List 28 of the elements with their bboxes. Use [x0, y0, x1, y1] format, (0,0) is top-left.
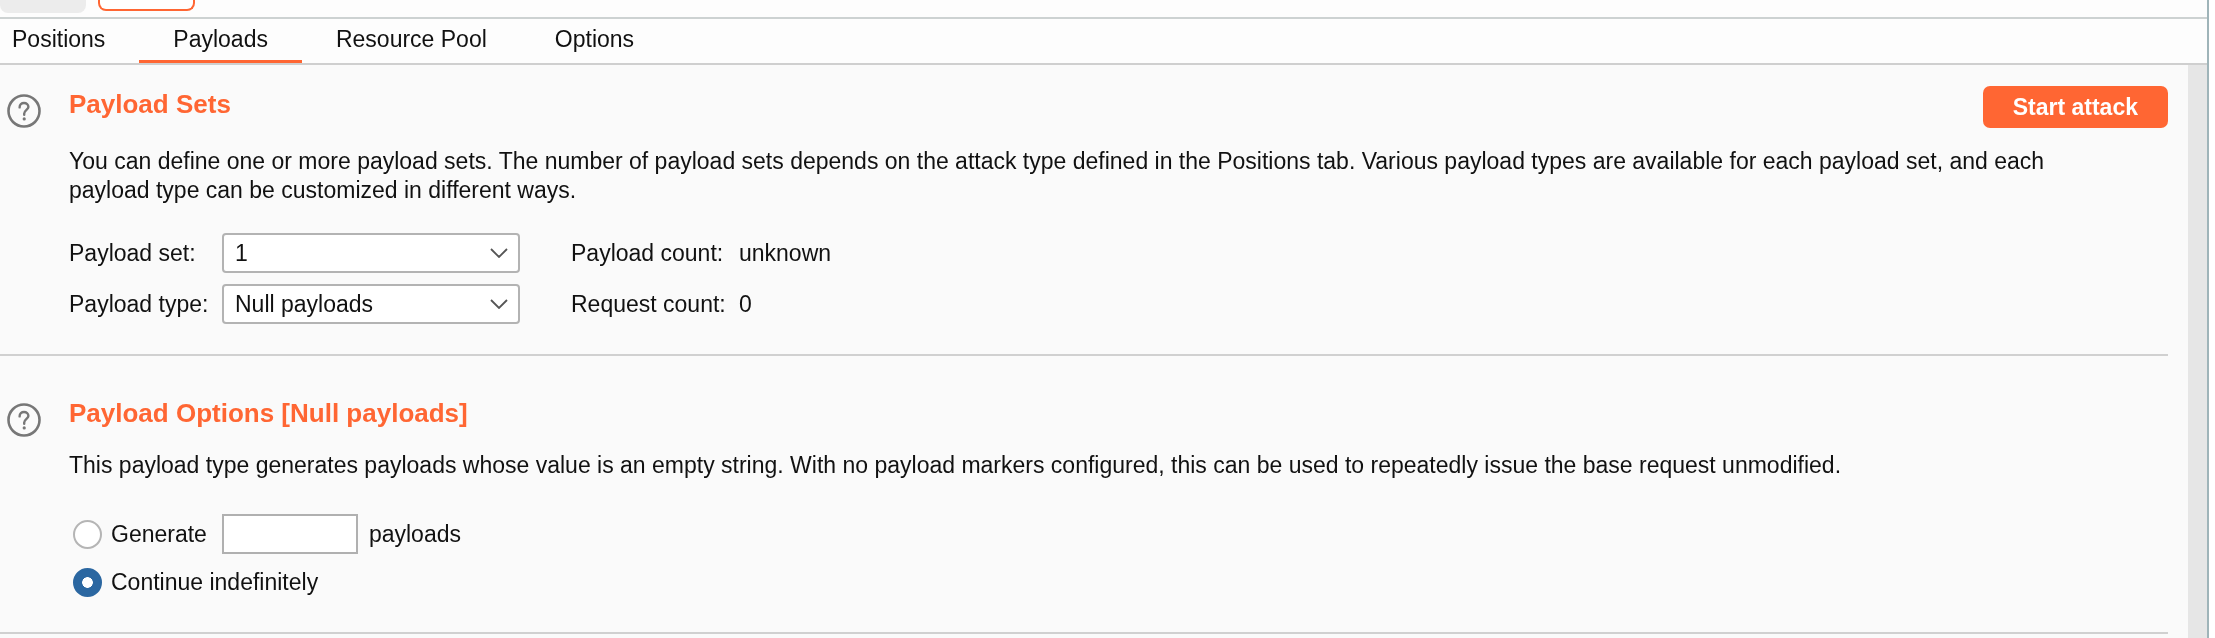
field-label: Payload set: [69, 239, 197, 267]
info-value: unknown [739, 239, 832, 267]
section-description: You can define one or more payload sets. The number of payload sets depends on the attack type defined in the Positions tab. Various payload types are available for each payload set, and each payload type can be customized in different ways. [69, 147, 2046, 205]
radio-label: Continue indefinitely [111, 568, 319, 596]
dropdown[interactable]: 1 [222, 233, 520, 273]
help-icon[interactable] [7, 403, 41, 437]
help-icon[interactable] [7, 94, 41, 128]
field-label: Payload type: [69, 290, 210, 318]
radio-label: Generate [111, 520, 207, 548]
chevron-down-icon [490, 248, 508, 258]
info-label: Request count: [571, 290, 727, 318]
radio-label-suffix: payloads [368, 520, 461, 548]
chevron-down-icon [490, 299, 508, 309]
input-field[interactable] [221, 514, 358, 554]
radio-button[interactable] [73, 567, 102, 597]
tab[interactable]: Options [520, 19, 669, 63]
dropdown[interactable]: Null payloads [222, 284, 520, 324]
scrollbar[interactable] [2188, 65, 2207, 638]
cut-off-tab[interactable] [98, 0, 195, 11]
info-label: Payload count: [571, 239, 725, 267]
section-description: This payload type generates payloads whose value is an empty string. With no payload markers configured, this can be used to repeatedly issue the base request unmodified. [69, 451, 1843, 480]
tab[interactable]: Positions [0, 19, 140, 63]
radio-button[interactable] [73, 519, 102, 549]
section-title: Payload Sets [69, 88, 231, 121]
section-title: Payload Options [Null payloads] [69, 397, 468, 430]
tab[interactable]: Resource Pool [301, 19, 521, 63]
info-value: 0 [739, 290, 752, 318]
tab[interactable]: Payloads [139, 19, 302, 63]
